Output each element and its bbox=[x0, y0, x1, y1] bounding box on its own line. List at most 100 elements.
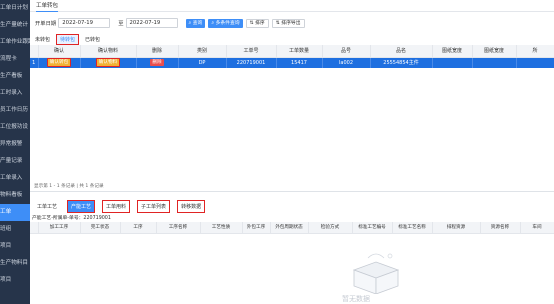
column-header[interactable]: 外包周期状态 bbox=[270, 222, 309, 234]
sidebar-item[interactable]: 员工作日历 bbox=[0, 102, 30, 119]
sort-button[interactable]: ⇅ 排序 bbox=[245, 18, 269, 28]
sort-icon: ⇅ bbox=[249, 20, 254, 26]
end-date-input[interactable]: 2022-07-19 bbox=[125, 18, 178, 28]
tab-bar: 工单转包 bbox=[30, 0, 554, 12]
tab-label: 工单转包 bbox=[36, 3, 59, 9]
search-button-label: 查询 bbox=[192, 20, 203, 26]
tab-transferred[interactable]: 已转包 bbox=[85, 36, 100, 43]
process-header-row: 加工工序 完工状态 工序 工序名称 工艺性质 外包工序 外包周期状态 检验方式 … bbox=[30, 222, 554, 234]
column-header[interactable]: 检验方式 bbox=[308, 222, 353, 234]
sidebar-item[interactable]: 项目 bbox=[0, 238, 30, 255]
column-header[interactable]: 品号 bbox=[322, 45, 371, 58]
column-header[interactable]: 确认物料 bbox=[80, 45, 137, 58]
confirm-cell: 确认转包 bbox=[38, 57, 81, 68]
advanced-search-label: 多条件查询 bbox=[215, 20, 240, 26]
column-header[interactable]: 完工状态 bbox=[80, 222, 121, 234]
sidebar-item[interactable]: 生产量统计 bbox=[0, 17, 30, 34]
column-header[interactable]: 确认 bbox=[38, 45, 81, 58]
search-icon: ⌕ bbox=[188, 20, 192, 26]
empty-box-icon bbox=[352, 253, 400, 294]
empty-state: 暂无数据 bbox=[312, 250, 462, 304]
confirm-transfer-button[interactable]: 确认转包 bbox=[46, 58, 72, 68]
process-grid: 加工工序 完工状态 工序 工序名称 工艺性质 外包工序 外包周期状态 检验方式 … bbox=[30, 222, 554, 234]
tab-not-transferred[interactable]: 未转包 bbox=[35, 36, 50, 43]
column-header[interactable]: 资源名称 bbox=[480, 222, 521, 234]
order-grid: 确认 确认物料 删除 类别 工单号 工单数量 品号 品名 图纸宽度 图纸宽度 所… bbox=[30, 45, 554, 68]
column-header[interactable]: 工艺性质 bbox=[200, 222, 243, 234]
column-header[interactable]: 类别 bbox=[178, 45, 227, 58]
start-date-label: 开单日期 bbox=[35, 21, 57, 27]
sidebar-item[interactable]: 工位报功设 bbox=[0, 119, 30, 136]
width-cell bbox=[432, 57, 473, 68]
tab-capacity-process[interactable]: 产能工艺 bbox=[67, 199, 96, 213]
sidebar-item[interactable]: 产量记录 bbox=[0, 153, 30, 170]
main-panel: 工单转包 开单日期 2022-07-19 至 2022-07-19 ⌕ 查询 ⌕… bbox=[30, 0, 554, 304]
tab-underline bbox=[36, 11, 59, 12]
column-header[interactable] bbox=[30, 222, 39, 234]
column-header[interactable]: 车间 bbox=[520, 222, 554, 234]
column-header[interactable]: 删除 bbox=[136, 45, 179, 58]
item-no-cell: la002 bbox=[322, 57, 371, 68]
category-cell: DP bbox=[178, 57, 227, 68]
sort-label: 排序 bbox=[255, 20, 265, 26]
column-header[interactable]: 图纸宽度 bbox=[432, 45, 473, 58]
tab-transfer-data[interactable]: 转移数据 bbox=[177, 199, 206, 213]
column-header[interactable]: 所 bbox=[516, 45, 554, 58]
column-header[interactable]: 标准工艺编号 bbox=[352, 222, 393, 234]
filter-bar: 开单日期 2022-07-19 至 2022-07-19 ⌕ 查询 ⌕ 多条件查… bbox=[35, 17, 554, 29]
sidebar-item[interactable]: 项目 bbox=[0, 272, 30, 289]
tab-order-materials[interactable]: 工单用料 bbox=[102, 199, 131, 213]
sidebar-item[interactable]: 工单 bbox=[0, 204, 30, 221]
sidebar-item[interactable]: 流程卡 bbox=[0, 51, 30, 68]
item-name-cell: 25554854主件 bbox=[370, 57, 433, 68]
to-label: 至 bbox=[118, 21, 124, 27]
column-header[interactable]: 图纸宽度 bbox=[472, 45, 517, 58]
sidebar-item[interactable]: 生产物料目 bbox=[0, 255, 30, 272]
sidebar-item[interactable]: 工单录入 bbox=[0, 170, 30, 187]
sidebar-item[interactable]: 生产看板 bbox=[0, 68, 30, 85]
delete-cell: 删除 bbox=[136, 57, 179, 68]
column-header[interactable]: 品名 bbox=[370, 45, 433, 58]
detail-tabs: 工单工艺 产能工艺 工单用料 子工单列表 转移数据 bbox=[34, 199, 212, 213]
start-date-input[interactable]: 2022-07-19 bbox=[58, 18, 111, 28]
confirm-material-button[interactable]: 确认物料 bbox=[95, 58, 121, 68]
column-header[interactable] bbox=[30, 45, 39, 58]
column-header[interactable]: 工序名称 bbox=[156, 222, 201, 234]
column-header[interactable]: 外包工序 bbox=[242, 222, 271, 234]
splitter[interactable] bbox=[30, 191, 554, 192]
search-button[interactable]: ⌕ 查询 bbox=[185, 18, 206, 28]
sidebar-item[interactable]: 异常报警 bbox=[0, 136, 30, 153]
sidebar-item[interactable]: 班组 bbox=[0, 221, 30, 238]
search-icon: ⌕ bbox=[211, 20, 215, 26]
column-header[interactable]: 加工工序 bbox=[38, 222, 81, 234]
advanced-search-button[interactable]: ⌕ 多条件查询 bbox=[208, 18, 243, 28]
column-header[interactable]: 工序 bbox=[120, 222, 157, 234]
status-tabs: 未转包 待转包 已转包 bbox=[35, 34, 106, 45]
tab-sub-orders[interactable]: 子工单列表 bbox=[137, 199, 171, 213]
sort-icon: ⇅ bbox=[275, 20, 280, 26]
sort-export-button[interactable]: ⇅ 排序导出 bbox=[271, 18, 305, 28]
sidebar: 工单日计划生产量统计工单作业跟踪流程卡生产看板工时录入员工作日历工位报功设异常报… bbox=[0, 0, 30, 304]
tab-order-process[interactable]: 工单工艺 bbox=[34, 201, 60, 212]
sidebar-item[interactable]: 工时录入 bbox=[0, 85, 30, 102]
column-header[interactable]: 标准工艺名称 bbox=[392, 222, 433, 234]
row-index: 1 bbox=[30, 57, 39, 68]
sidebar-item[interactable]: 工单作业跟踪 bbox=[0, 34, 30, 51]
tab-pending-transfer[interactable]: 待转包 bbox=[56, 34, 80, 45]
sidebar-item[interactable]: 物料看板 bbox=[0, 187, 30, 204]
detail-breadcrumb: 产能工艺-所属单-单号：220719001 bbox=[32, 216, 111, 221]
pager-info: 显示第 1 - 1 条记录 | 共 1 条记录 bbox=[34, 184, 104, 189]
column-header[interactable]: 工单数量 bbox=[276, 45, 323, 58]
column-header[interactable]: 工单号 bbox=[226, 45, 277, 58]
empty-text: 暂无数据 bbox=[342, 295, 370, 303]
width-cell bbox=[472, 57, 517, 68]
column-header[interactable]: 排程资源 bbox=[432, 222, 481, 234]
material-cell: 确认物料 bbox=[80, 57, 137, 68]
tab-work-order-transfer[interactable]: 工单转包 bbox=[36, 1, 59, 12]
table-row[interactable]: 1 确认转包 确认物料 删除 DP 220719001 15417 la002 … bbox=[30, 57, 554, 68]
qty-cell: 15417 bbox=[276, 57, 323, 68]
grid-header-row: 确认 确认物料 删除 类别 工单号 工单数量 品号 品名 图纸宽度 图纸宽度 所 bbox=[30, 45, 554, 58]
sidebar-item[interactable]: 工单日计划 bbox=[0, 0, 30, 17]
delete-button[interactable]: 删除 bbox=[150, 59, 164, 67]
sort-export-label: 排序导出 bbox=[281, 20, 301, 26]
